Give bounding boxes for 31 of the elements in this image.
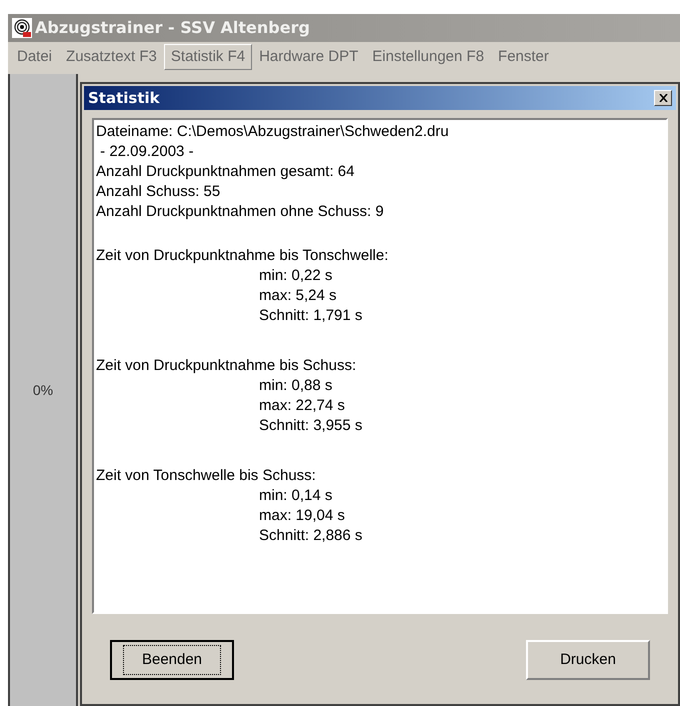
close-button[interactable]	[654, 90, 672, 106]
target-icon	[12, 18, 32, 38]
dialog-title: Statistik	[88, 88, 160, 109]
statistic-value: max: 5,24 s	[259, 286, 337, 306]
statistics-line: Anzahl Druckpunktnahmen gesamt: 64	[96, 162, 354, 182]
percent-label: 0%	[32, 380, 54, 400]
menu-item[interactable]: Fenster	[491, 44, 556, 70]
statistics-line: Anzahl Schuss: 55	[96, 182, 220, 202]
dialog-button[interactable]: Beenden	[110, 640, 234, 680]
statistic-value: min: 0,88 s	[259, 376, 332, 396]
section-heading: Zeit von Druckpunktnahme bis Schuss:	[96, 356, 356, 376]
statistics-line: Anzahl Druckpunktnahmen ohne Schuss: 9	[96, 202, 384, 222]
menu-item[interactable]: Einstellungen F8	[365, 44, 492, 70]
statistic-value: Schnitt: 3,955 s	[259, 416, 362, 436]
statistic-value: max: 19,04 s	[259, 506, 345, 526]
statistics-line: Dateiname: C:\Demos\Abzugstrainer\Schweden2.dru	[96, 122, 449, 142]
statistic-value: Schnitt: 1,791 s	[259, 306, 362, 326]
statistic-value: Schnitt: 2,886 s	[259, 526, 362, 546]
menu-item[interactable]: Datei	[10, 44, 60, 70]
statistic-value: min: 0,22 s	[259, 266, 332, 286]
statistics-line: - 22.09.2003 -	[99, 142, 194, 162]
close-icon	[658, 94, 668, 102]
statistic-value: max: 22,74 s	[259, 396, 345, 416]
dialog-button[interactable]: Drucken	[526, 640, 650, 680]
menu-item[interactable]: Hardware DPT	[252, 44, 366, 70]
window-title: Abzugstrainer - SSV Altenberg	[35, 17, 310, 39]
section-heading: Zeit von Druckpunktnahme bis Tonschwelle:	[96, 246, 388, 266]
statistic-value: min: 0,14 s	[259, 486, 332, 506]
menu-item[interactable]: Zusatztext F3	[59, 44, 164, 70]
menu-item[interactable]: Statistik F4	[164, 44, 252, 70]
section-heading: Zeit von Tonschwelle bis Schuss:	[96, 466, 316, 486]
